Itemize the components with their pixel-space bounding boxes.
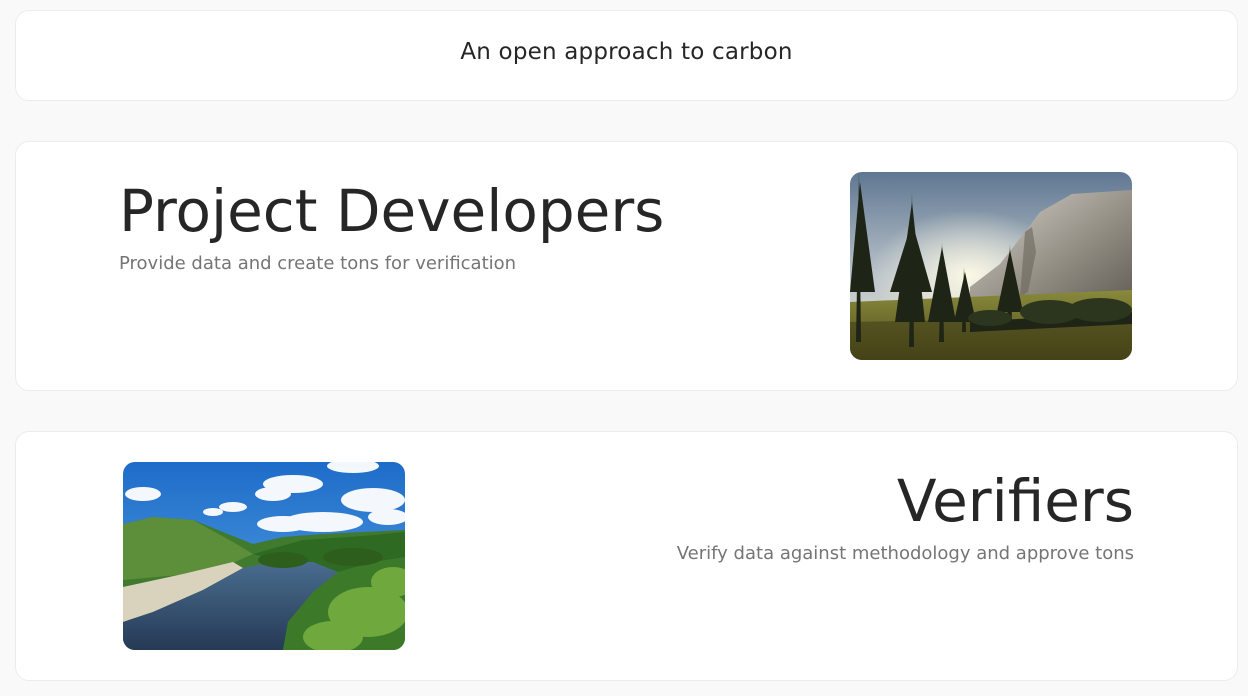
project-developers-title: Project Developers	[119, 177, 665, 245]
verifiers-card[interactable]: Verifiers Verify data against methodolog…	[15, 431, 1238, 681]
project-developers-subtitle: Provide data and create tons for verific…	[119, 253, 517, 274]
page-heading: An open approach to carbon	[460, 39, 793, 65]
forest-cliff-photo	[850, 172, 1132, 360]
river-valley-photo	[123, 462, 405, 650]
project-developers-card[interactable]: Project Developers Provide data and crea…	[15, 141, 1238, 391]
header-card: An open approach to carbon	[15, 10, 1238, 101]
verifiers-subtitle: Verify data against methodology and appr…	[676, 543, 1134, 564]
verifiers-title: Verifiers	[896, 467, 1134, 535]
